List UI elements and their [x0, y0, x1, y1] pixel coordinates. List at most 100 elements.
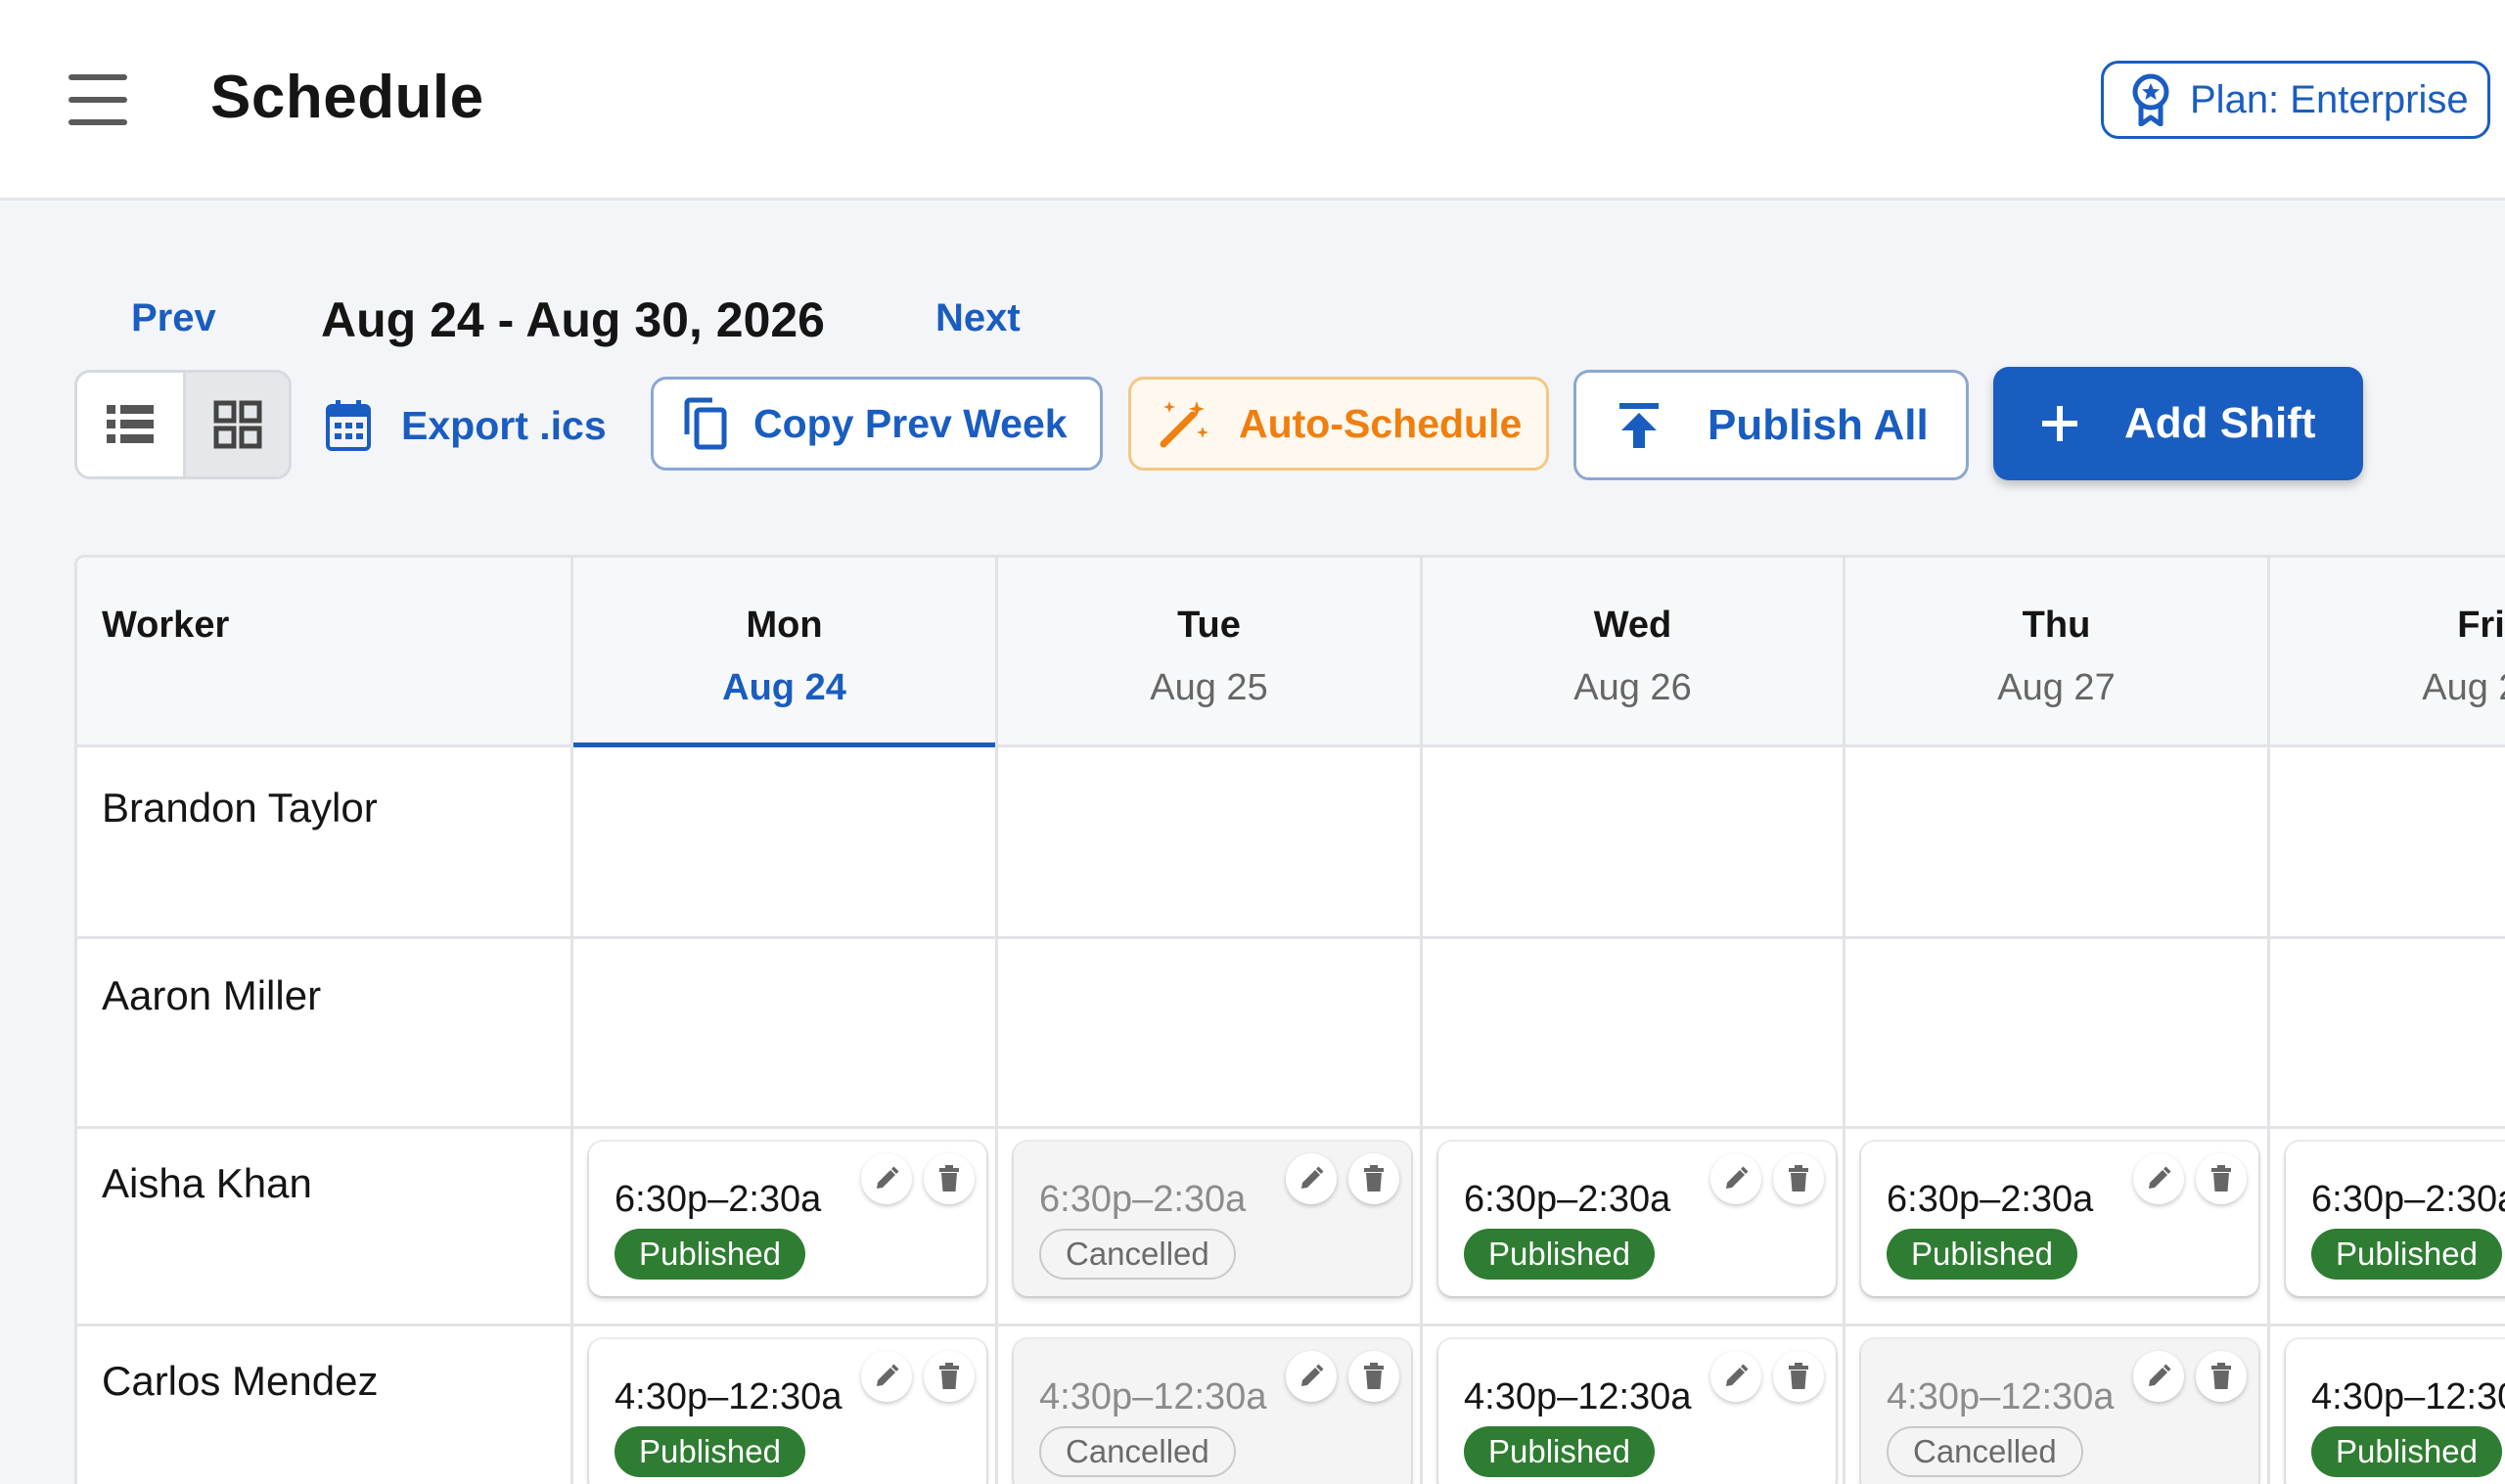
export-ics-label: Export .ics [401, 402, 607, 448]
worker-name: Aaron Miller [102, 972, 322, 1018]
shift-card[interactable]: 6:30p–2:30a Cancelled [1014, 1142, 1411, 1296]
status-badge: Cancelled [1887, 1426, 2083, 1477]
next-week-button[interactable]: Next [935, 296, 1021, 340]
status-badge: Published [2311, 1229, 2502, 1280]
list-view-button[interactable] [77, 373, 183, 476]
grid-divider [1420, 558, 1423, 1484]
day-header-mon: Mon Aug 24 [573, 558, 998, 747]
worker-name: Carlos Mendez [102, 1358, 379, 1404]
edit-shift-button[interactable] [2133, 1351, 2184, 1402]
shift-card[interactable]: 4:30p–12:30a Published [589, 1339, 986, 1484]
pencil-icon [1301, 1166, 1324, 1189]
shift-time: 6:30p–2:30a [1887, 1179, 2094, 1220]
list-view-icon [107, 405, 154, 443]
status-badge: Published [1464, 1426, 1655, 1477]
hamburger-menu-icon[interactable] [59, 70, 137, 129]
edit-shift-button[interactable] [2133, 1153, 2184, 1204]
status-badge: Published [1464, 1229, 1655, 1280]
trash-icon [2211, 1363, 2231, 1389]
shift-card[interactable]: 6:30p–2:30a Published [1861, 1142, 2258, 1296]
day-of-week: Thu [2022, 605, 2091, 646]
trash-icon [939, 1165, 959, 1192]
edit-shift-button[interactable] [861, 1153, 912, 1204]
status-badge: Cancelled [1039, 1426, 1236, 1477]
delete-shift-button[interactable] [1773, 1153, 1824, 1204]
pencil-icon [877, 1166, 899, 1189]
export-ics-button[interactable]: Export .ics [323, 382, 607, 470]
grid-divider [77, 936, 2505, 939]
shift-card[interactable]: 4:30p–12:30a Cancelled [1861, 1339, 2258, 1484]
copy-prev-week-button[interactable]: Copy Prev Week [651, 377, 1103, 471]
status-badge: Published [615, 1229, 805, 1280]
edit-shift-button[interactable] [1710, 1351, 1761, 1402]
delete-shift-button[interactable] [1348, 1351, 1399, 1402]
grid-divider [77, 1126, 2505, 1129]
day-of-week: Tue [1177, 605, 1241, 646]
prev-week-button[interactable]: Prev [131, 296, 216, 340]
edit-shift-button[interactable] [1286, 1153, 1337, 1204]
day-of-week: Fri [2457, 605, 2505, 646]
auto-schedule-button[interactable]: Auto-Schedule [1128, 377, 1549, 471]
pencil-icon [1301, 1364, 1324, 1386]
worker-header-label: Worker [102, 605, 230, 646]
shift-time: 4:30p–12:30a [1887, 1376, 2115, 1417]
shift-card[interactable]: 6:30p–2:30a Published [1438, 1142, 1836, 1296]
copy-icon [679, 396, 730, 451]
copy-prev-week-label: Copy Prev Week [753, 400, 1068, 446]
shift-time: 6:30p–2:30a [2311, 1179, 2505, 1220]
grid-view-icon [213, 400, 261, 449]
calendar-icon [323, 400, 374, 451]
delete-shift-button[interactable] [2196, 1351, 2247, 1402]
edit-shift-button[interactable] [1710, 1153, 1761, 1204]
page-title: Schedule [210, 64, 484, 131]
shift-time: 6:30p–2:30a [1039, 1179, 1247, 1220]
day-date: Aug 26 [1573, 667, 1692, 708]
pencil-icon [2149, 1364, 2171, 1386]
worker-name: Aisha Khan [102, 1160, 312, 1206]
grid-divider [1843, 558, 1845, 1484]
trash-icon [1364, 1165, 1384, 1192]
day-of-week: Wed [1593, 605, 1672, 646]
auto-schedule-label: Auto-Schedule [1239, 400, 1523, 446]
pencil-icon [877, 1364, 899, 1386]
edit-shift-button[interactable] [861, 1351, 912, 1402]
shift-card[interactable]: 4:30p–12:30a Published [2286, 1339, 2505, 1484]
worker-name: Brandon Taylor [102, 785, 378, 831]
trash-icon [1789, 1165, 1808, 1192]
add-shift-label: Add Shift [2124, 399, 2316, 447]
plan-button[interactable]: Plan: Enterprise [2101, 61, 2490, 139]
delete-shift-button[interactable] [1773, 1351, 1824, 1402]
day-date: Aug 25 [1150, 667, 1268, 708]
add-shift-button[interactable]: Add Shift [1993, 367, 2363, 480]
grid-divider [77, 1324, 2505, 1327]
delete-shift-button[interactable] [924, 1351, 975, 1402]
day-date: Aug 24 [722, 667, 846, 708]
grid-divider [2267, 558, 2270, 1484]
pencil-icon [1726, 1166, 1749, 1189]
day-date: Aug 28 [2422, 667, 2505, 708]
delete-shift-button[interactable] [1348, 1153, 1399, 1204]
day-header-thu: Thu Aug 27 [1845, 558, 2270, 747]
shift-card[interactable]: 6:30p–2:30a Published [2286, 1142, 2505, 1296]
day-header-wed: Wed Aug 26 [1423, 558, 1845, 747]
publish-all-label: Publish All [1708, 400, 1929, 449]
pencil-icon [1726, 1364, 1749, 1386]
grid-view-button[interactable] [183, 373, 289, 476]
publish-all-button[interactable]: Publish All [1573, 370, 1969, 480]
shift-card[interactable]: 4:30p–12:30a Published [1438, 1339, 1836, 1484]
delete-shift-button[interactable] [924, 1153, 975, 1204]
publish-upload-icon [1616, 399, 1662, 452]
day-header-tue: Tue Aug 25 [998, 558, 1423, 747]
trash-icon [1789, 1363, 1808, 1389]
week-range-label: Aug 24 - Aug 30, 2026 [321, 292, 825, 347]
view-toggle [74, 370, 292, 479]
status-badge: Published [1887, 1229, 2077, 1280]
edit-shift-button[interactable] [1286, 1351, 1337, 1402]
delete-shift-button[interactable] [2196, 1153, 2247, 1204]
shift-card[interactable]: 4:30p–12:30a Cancelled [1014, 1339, 1411, 1484]
plan-label: Plan: Enterprise [2190, 77, 2469, 121]
grid-divider [995, 558, 998, 1484]
shift-time: 6:30p–2:30a [1464, 1179, 1671, 1220]
shift-card[interactable]: 6:30p–2:30a Published [589, 1142, 986, 1296]
status-badge: Cancelled [1039, 1229, 1236, 1280]
